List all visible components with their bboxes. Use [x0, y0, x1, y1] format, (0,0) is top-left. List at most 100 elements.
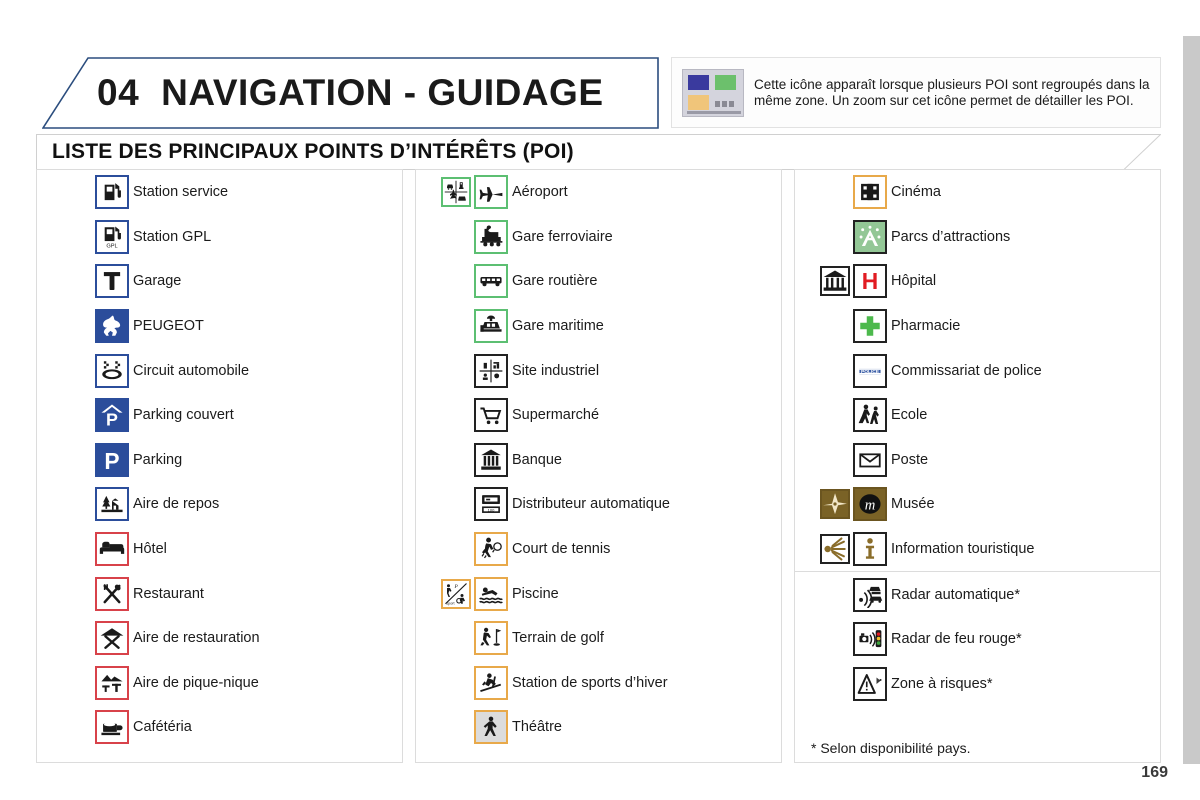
- lpg-pump-icon: GPL: [95, 219, 129, 254]
- theatre-icon: [474, 710, 508, 745]
- airplane-icon: [474, 175, 508, 210]
- poi-label: Cinéma: [891, 184, 941, 201]
- poi-icon-slot: H: [795, 259, 891, 304]
- svg-text:m: m: [865, 498, 876, 514]
- restaurant-icon: [95, 576, 129, 611]
- poi-label: Court de tennis: [512, 541, 611, 558]
- ski-icon: [474, 665, 508, 700]
- poi-row: Court de tennis: [416, 527, 781, 572]
- panel-footnote: * Selon disponibilité pays.: [811, 740, 971, 757]
- poi-row: Banque: [416, 438, 781, 483]
- poi-row: POLICE Commissariat de police: [795, 348, 1160, 393]
- poi-label: Aire de pique-nique: [133, 674, 259, 691]
- manual-page: 04 NAVIGATION - GUIDAGE Cette icône appa…: [0, 0, 1200, 800]
- poi-row: Hôtel: [37, 527, 402, 572]
- info-box-text: Cette icône apparaît lorsque plusieurs P…: [754, 76, 1150, 108]
- poi-label: Restaurant: [133, 585, 204, 602]
- poi-label: Parking: [133, 451, 183, 468]
- poi-icon-slot: [37, 527, 133, 572]
- poi-icon-slot: [795, 617, 891, 662]
- poi-icon-slot: m: [795, 482, 891, 527]
- poi-row: Aire de pique-nique: [37, 661, 402, 706]
- poi-icon-slot: [416, 527, 512, 572]
- poi-row: Zone à risques*: [795, 662, 1160, 707]
- viewpoint-icon: [820, 534, 850, 565]
- poi-row: Restaurant: [37, 571, 402, 616]
- poi-label: Zone à risques*: [891, 675, 993, 692]
- swimming-icon: [474, 576, 508, 611]
- poi-list-1: Station service GPL Station GPL Garage PEUGE…: [37, 170, 402, 750]
- poi-label: Aire de restauration: [133, 630, 260, 647]
- poi-row: H Hôpital: [795, 259, 1160, 304]
- poi-icon-slot: [416, 170, 512, 215]
- svg-text:GPL: GPL: [106, 243, 117, 249]
- poi-icon-slot: [416, 661, 512, 706]
- poi-row: Gare maritime: [416, 304, 781, 349]
- poi-column-3: Cinéma Parcs d’attractions H Hôpital Pharmac…: [794, 169, 1161, 763]
- poi-row: Terrain de golf: [416, 616, 781, 661]
- poi-icon-slot: [416, 705, 512, 750]
- poi-label: Radar de feu rouge*: [891, 631, 1022, 648]
- industrial-site-icon: [474, 353, 508, 388]
- poi-label: Station service: [133, 184, 229, 201]
- ferry-icon: [474, 309, 508, 344]
- svg-text:P: P: [104, 448, 119, 473]
- poi-label: Cafétéria: [133, 719, 192, 736]
- poi-label: Hôpital: [891, 273, 937, 290]
- poi-icon-slot: [795, 170, 891, 215]
- poi-label: Garage: [133, 273, 182, 290]
- page-number: 169: [1141, 764, 1168, 781]
- wrench-icon: [95, 264, 129, 299]
- museum-m-icon: m: [853, 487, 887, 522]
- poi-label: Pharmacie: [891, 318, 961, 335]
- poi-label: Poste: [891, 451, 929, 468]
- svg-text:POLICE: POLICE: [861, 369, 880, 375]
- poi-row: Aire de restauration: [37, 616, 402, 661]
- race-circuit-icon: [95, 353, 129, 388]
- poi-label: Piscine: [512, 585, 559, 602]
- poi-row: Radar automatique*: [795, 572, 1160, 617]
- poi-cluster-icon: [682, 68, 744, 117]
- bus-icon: [474, 264, 508, 299]
- poi-row: P Parking couvert: [37, 393, 402, 438]
- poi-icon-slot: [795, 393, 891, 438]
- poi-row: Pharmacie: [795, 304, 1160, 349]
- poi-icon-slot: [37, 705, 133, 750]
- poi-label: Terrain de golf: [512, 630, 604, 647]
- poi-icon-slot: [416, 304, 512, 349]
- poi-row: Gare routière: [416, 259, 781, 304]
- poi-row: Supermarché: [416, 393, 781, 438]
- poi-row: Aire de repos: [37, 482, 402, 527]
- poi-icon-slot: Psport: [416, 571, 512, 616]
- poi-row: Poste: [795, 438, 1160, 483]
- poi-row: Station de sports d’hiver: [416, 661, 781, 706]
- poi-icon-slot: [37, 482, 133, 527]
- poi-icon-slot: P: [37, 438, 133, 483]
- hotel-bed-icon: [95, 532, 129, 567]
- atm-icon: 100: [474, 487, 508, 522]
- hospital-h-icon: H: [853, 264, 887, 299]
- poi-label: Circuit automobile: [133, 362, 250, 379]
- tennis-icon: [474, 532, 508, 567]
- poi-icon-slot: [795, 527, 891, 572]
- poi-column-2: Aéroport Gare ferroviaire Gare routière Gar…: [415, 169, 782, 763]
- picnic-area-icon: [95, 665, 129, 700]
- poi-row: Information touristique: [795, 527, 1160, 572]
- cafeteria-cup-icon: [95, 710, 129, 745]
- poi-icon-slot: [416, 438, 512, 483]
- poi-list-3: Cinéma Parcs d’attractions H Hôpital Pharmac…: [795, 170, 1160, 756]
- poi-label: Information touristique: [891, 541, 1035, 558]
- poi-label: Commissariat de police: [891, 362, 1042, 379]
- poi-icon-slot: [37, 661, 133, 706]
- info-box: Cette icône apparaît lorsque plusieurs P…: [671, 57, 1161, 128]
- poi-cluster-icon: Psport: [441, 578, 471, 609]
- poi-icon-slot: GPL: [37, 215, 133, 260]
- poi-label: Gare routière: [512, 273, 598, 290]
- poi-label: Distributeur automatique: [512, 496, 670, 513]
- svg-text:H: H: [862, 269, 878, 295]
- poi-row: Cafétéria: [37, 705, 402, 750]
- film-reel-icon: [853, 175, 887, 210]
- shopping-cart-icon: [474, 398, 508, 433]
- section-title-text: LISTE DES PRINCIPAUX POINTS D’INTÉRÊTS (…: [52, 140, 574, 163]
- food-area-icon: [95, 621, 129, 656]
